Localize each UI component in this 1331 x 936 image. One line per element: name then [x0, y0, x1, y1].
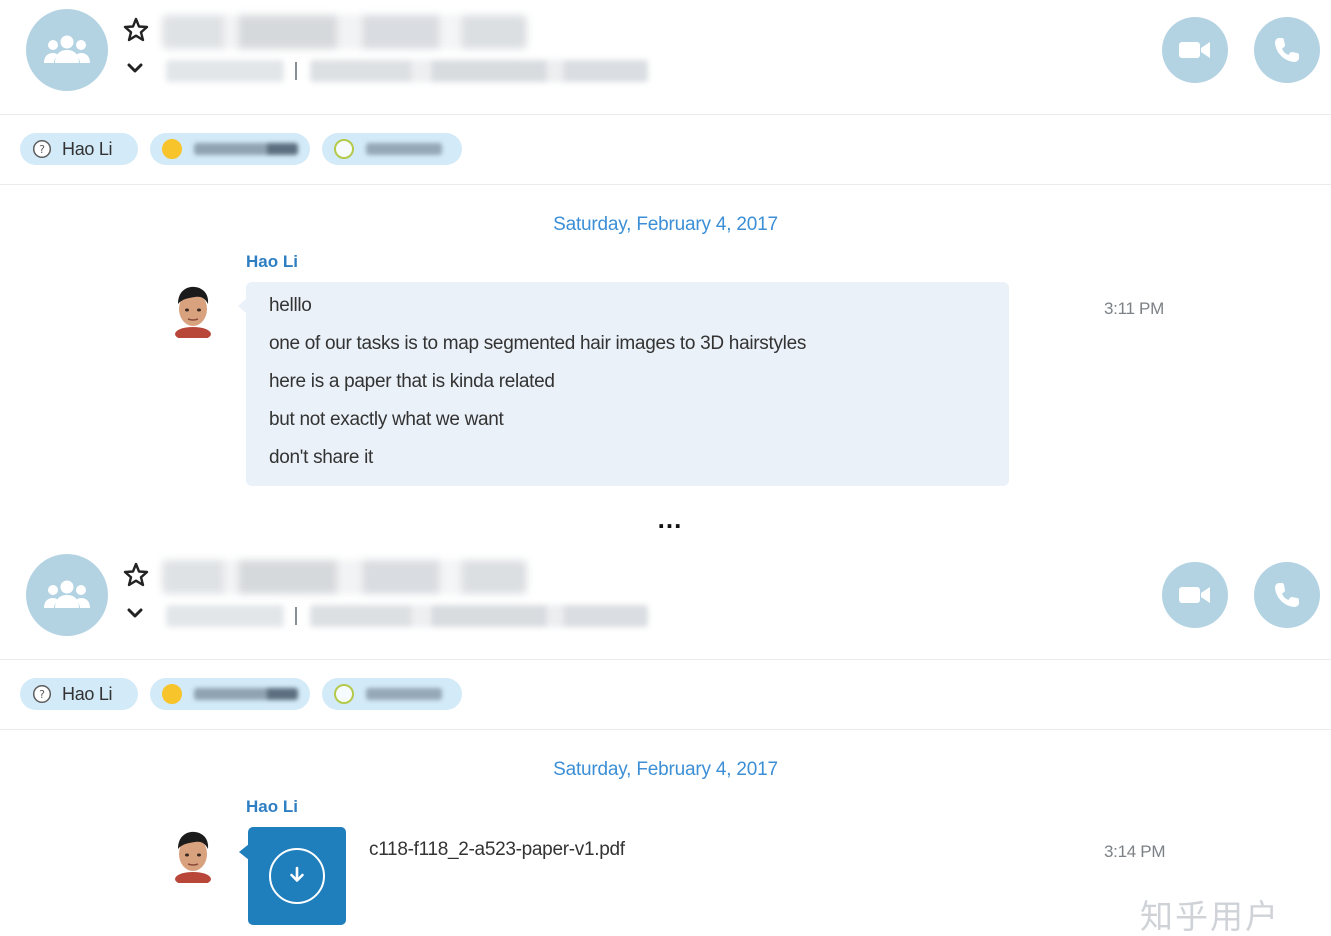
sender-name[interactable]: Hao Li [246, 252, 298, 272]
message-line: one of our tasks is to map segmented hai… [269, 333, 807, 354]
chat-header [0, 545, 1331, 660]
message-timestamp: 3:11 PM [1104, 299, 1164, 318]
phone-icon [1275, 38, 1299, 62]
participant-name-redacted [194, 688, 298, 700]
chevron-down-icon[interactable] [124, 603, 146, 623]
svg-text:?: ? [39, 688, 45, 701]
file-name-link[interactable]: c118-f118_2-a523-paper-v1.pdf [369, 839, 625, 861]
user-avatar[interactable] [168, 282, 218, 338]
participant-chip[interactable] [322, 133, 462, 165]
conversation-title [162, 560, 527, 594]
subtitle-divider [295, 607, 297, 625]
conversation-view-1: ? Hao Li Saturday, February 4, 2017 Hao … [0, 0, 1331, 490]
date-divider: Saturday, February 4, 2017 [553, 214, 778, 235]
participant-name: Hao Li [62, 683, 113, 704]
participant-name-redacted [194, 143, 298, 155]
offline-status-ring-icon [334, 139, 354, 159]
away-status-dot-icon [162, 684, 182, 704]
chevron-down-icon[interactable] [124, 58, 146, 78]
message-bubble[interactable]: helllo one of our tasks is to map segmen… [246, 282, 1009, 486]
group-people-icon [44, 580, 90, 608]
chat-header [0, 0, 1331, 115]
group-avatar[interactable] [26, 554, 108, 636]
away-clock-icon: ? [32, 684, 52, 704]
video-camera-icon [1179, 42, 1210, 58]
date-divider: Saturday, February 4, 2017 [553, 759, 778, 780]
participant-chips: ? Hao Li [0, 115, 1331, 185]
message-line: here is a paper that is kinda related [269, 371, 555, 392]
participant-name: Hao Li [62, 138, 113, 159]
user-avatar[interactable] [168, 827, 218, 883]
participant-name-redacted [366, 688, 442, 700]
sender-name[interactable]: Hao Li [246, 797, 298, 817]
conversation-subtitle-right [310, 605, 648, 627]
participant-chip[interactable] [150, 133, 310, 165]
video-call-button[interactable] [1162, 17, 1228, 83]
participant-chips: ? Hao Li [0, 660, 1331, 730]
file-download-button[interactable] [248, 827, 346, 925]
message-line: helllo [269, 295, 312, 316]
message-timestamp: 3:14 PM [1104, 842, 1166, 861]
message-line: don't share it [269, 447, 373, 468]
video-camera-icon [1179, 587, 1210, 603]
group-people-icon [44, 35, 90, 63]
conversation-view-2: ? Hao Li Saturday, February 4, 2017 Hao … [0, 545, 1331, 936]
star-outline-icon[interactable] [122, 561, 150, 589]
participant-chip[interactable]: ? Hao Li [20, 133, 138, 165]
message-line: but not exactly what we want [269, 409, 504, 430]
offline-status-ring-icon [334, 684, 354, 704]
participant-chip[interactable] [322, 678, 462, 710]
omission-separator: ... [657, 504, 683, 534]
video-call-button[interactable] [1162, 562, 1228, 628]
star-outline-icon[interactable] [122, 16, 150, 44]
participant-chip[interactable]: ? Hao Li [20, 678, 138, 710]
conversation-subtitle-left [166, 60, 284, 82]
away-clock-icon: ? [32, 139, 52, 159]
subtitle-divider [295, 62, 297, 80]
download-icon [269, 848, 325, 904]
audio-call-button[interactable] [1254, 562, 1320, 628]
watermark: 知乎用户 [1140, 897, 1280, 936]
conversation-subtitle-right [310, 60, 648, 82]
away-status-dot-icon [162, 139, 182, 159]
group-avatar[interactable] [26, 9, 108, 91]
conversation-subtitle-left [166, 605, 284, 627]
phone-icon [1275, 583, 1299, 607]
participant-chip[interactable] [150, 678, 310, 710]
participant-name-redacted [366, 143, 442, 155]
conversation-title [162, 15, 527, 49]
svg-text:?: ? [39, 143, 45, 156]
audio-call-button[interactable] [1254, 17, 1320, 83]
